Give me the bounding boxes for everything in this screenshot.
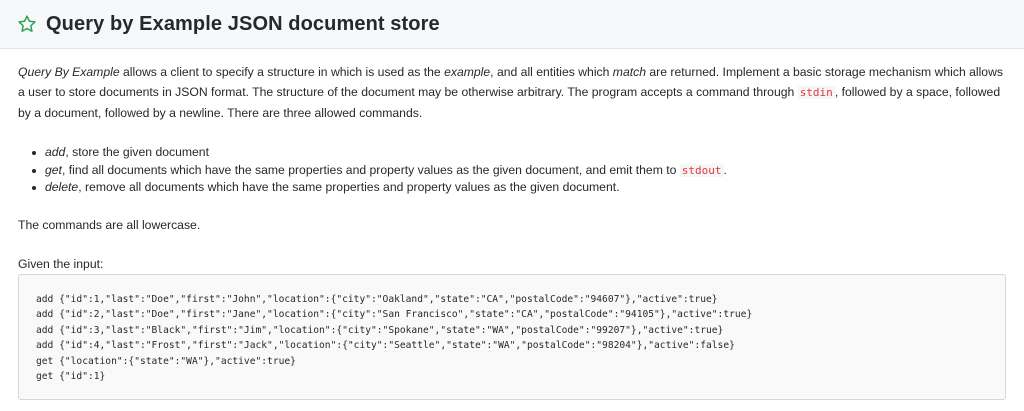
page-title: Query by Example JSON document store xyxy=(46,12,440,35)
code-line: add {"id":2,"last":"Doe","first":"Jane",… xyxy=(36,309,753,321)
given-input-label: Given the input: xyxy=(18,257,104,271)
intro-term-query-by-example: Query By Example xyxy=(18,65,120,79)
intro-term-example: example xyxy=(444,65,491,79)
command-desc: , store the given document xyxy=(65,145,209,159)
code-block-text: add {"id":1,"last":"Doe","first":"John",… xyxy=(36,292,752,384)
command-name: add xyxy=(45,145,66,159)
code-line: get {"location":{"state":"WA"},"active":… xyxy=(36,355,296,367)
code-line: get {"id":1} xyxy=(36,371,106,383)
code-line: add {"id":3,"last":"Black","first":"Jim"… xyxy=(36,324,724,336)
command-desc: , remove all documents which have the sa… xyxy=(78,180,620,194)
command-desc: , find all documents which have the same… xyxy=(61,162,680,177)
intro-paragraph: Query By Example allows a client to spec… xyxy=(18,62,1008,123)
list-item: add, store the given document xyxy=(32,144,727,162)
intro-text: , and all entities which xyxy=(490,65,613,79)
commands-list: add, store the given document get, find … xyxy=(32,144,727,197)
task-description: Query By Example allows a client to spec… xyxy=(18,62,1008,194)
code-line: add {"id":1,"last":"Doe","first":"John",… xyxy=(36,294,718,305)
code-block: add {"id":1,"last":"Doe","first":"John",… xyxy=(18,274,1006,400)
code-stdout: stdout xyxy=(679,163,724,177)
command-desc: . xyxy=(723,162,727,177)
star-outline-icon[interactable] xyxy=(17,14,37,34)
intro-term-match: match xyxy=(612,65,646,79)
command-name: delete xyxy=(45,180,79,194)
lowercase-note: The commands are all lowercase. xyxy=(18,218,201,232)
code-line: add {"id":4,"last":"Frost","first":"Jack… xyxy=(36,340,735,352)
intro-text: allows a client to specify a structure i… xyxy=(119,65,445,79)
command-name: get xyxy=(45,162,62,177)
list-item: get, find all documents which have the s… xyxy=(32,162,727,180)
code-stdin: stdin xyxy=(797,86,835,99)
list-item: delete, remove all documents which have … xyxy=(32,179,727,197)
page-header: Query by Example JSON document store xyxy=(0,0,1024,49)
